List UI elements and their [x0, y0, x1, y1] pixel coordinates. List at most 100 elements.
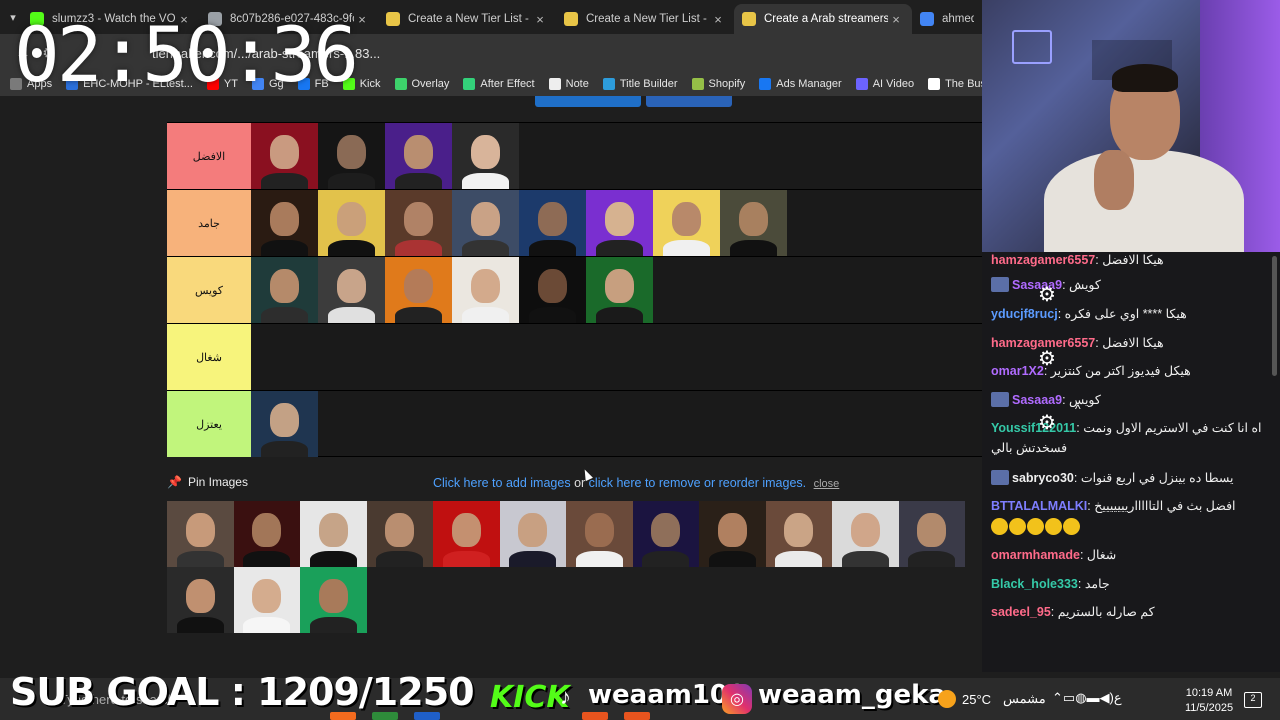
remove-images-link[interactable]: click here to remove or reorder images. — [589, 476, 806, 490]
mic-icon[interactable]: ◍ — [1075, 690, 1086, 705]
streamer-thumbnail[interactable] — [519, 257, 586, 323]
thumbnail-face — [470, 268, 501, 304]
streamer-thumbnail[interactable] — [251, 391, 318, 457]
chat-scrollbar[interactable] — [1270, 252, 1278, 672]
taskbar-app-icon[interactable] — [624, 712, 650, 720]
chat-username[interactable]: BTTALALMALKI — [991, 499, 1087, 513]
streamer-thumbnail[interactable] — [385, 190, 452, 256]
tier-items[interactable] — [251, 391, 982, 457]
bookmark-item[interactable]: AI Video — [855, 78, 914, 90]
chat-username[interactable]: Black_hole333 — [991, 577, 1078, 591]
streamer-thumbnail[interactable] — [586, 190, 653, 256]
chat-username[interactable]: omarmhamade — [991, 548, 1080, 562]
streamer-thumbnail[interactable] — [452, 190, 519, 256]
system-tray[interactable]: ⌃▭◍▬◀)ع — [1052, 690, 1122, 706]
bookmark-item[interactable]: After Effect — [463, 78, 535, 90]
add-images-link[interactable]: Click here to add images — [433, 476, 571, 490]
bookmark-item[interactable]: Overlay — [394, 78, 449, 90]
streamer-thumbnail[interactable] — [765, 501, 832, 567]
browser-tab[interactable]: Create a New Tier List - Tie× — [378, 4, 556, 34]
tier-label[interactable]: شغال — [167, 324, 251, 390]
chat-username[interactable]: hamzagamer6557 — [991, 253, 1095, 267]
tier-label[interactable]: يعتزل — [167, 391, 251, 457]
chevron-up-icon[interactable]: ⌃ — [1052, 690, 1063, 705]
chat-username[interactable]: yducjf8rucj — [991, 307, 1058, 321]
bookmark-item[interactable]: Ads Manager — [759, 78, 842, 90]
streamer-thumbnail[interactable] — [653, 190, 720, 256]
streamer-thumbnail[interactable] — [385, 257, 452, 323]
battery-icon[interactable]: ▬ — [1087, 690, 1100, 705]
notification-icon[interactable]: 2 — [1244, 692, 1262, 708]
streamer-thumbnail[interactable] — [167, 501, 234, 567]
tier-items[interactable] — [251, 190, 982, 256]
bookmark-label: Note — [565, 78, 589, 90]
chat-username[interactable]: sabryco30 — [1012, 471, 1074, 485]
streamer-thumbnail[interactable] — [433, 501, 500, 567]
streamer-thumbnail[interactable] — [233, 567, 300, 633]
streamer-thumbnail[interactable] — [300, 567, 367, 633]
streamer-thumbnail[interactable] — [251, 257, 318, 323]
streamer-thumbnail[interactable] — [499, 501, 566, 567]
browser-tab[interactable]: Create a Arab streamers Ti × — [734, 4, 912, 34]
streamer-thumbnail[interactable] — [385, 123, 452, 189]
streamer-thumbnail[interactable] — [167, 567, 234, 633]
browser-tab[interactable]: Create a New Tier List - Tie× — [556, 4, 734, 34]
streamer-thumbnail[interactable] — [366, 501, 433, 567]
streamer-thumbnail[interactable] — [898, 501, 965, 567]
tier-label[interactable]: كويس — [167, 257, 251, 323]
close-tab-icon[interactable]: × — [888, 12, 904, 27]
thumbnail-body — [908, 551, 956, 567]
tier-label[interactable]: الافضل — [167, 123, 251, 189]
network-icon[interactable]: ▭ — [1063, 690, 1075, 705]
streamer-thumbnail[interactable] — [452, 123, 519, 189]
thumbnail-body — [328, 240, 375, 256]
chat-username[interactable]: sadeel_95 — [991, 605, 1051, 619]
bookmark-item[interactable]: Title Builder — [602, 78, 678, 90]
close-tab-icon[interactable]: × — [532, 12, 548, 27]
bookmark-item[interactable]: Note — [548, 78, 589, 90]
tiktok-icon: ♪ — [560, 684, 571, 709]
chat-username[interactable]: omar1X2 — [991, 364, 1044, 378]
volume-icon[interactable]: ◀) — [1100, 690, 1114, 705]
reset-button[interactable] — [646, 96, 732, 107]
taskbar-app-icon[interactable] — [582, 712, 608, 720]
close-link[interactable]: close — [814, 478, 840, 490]
tier-items[interactable] — [251, 123, 982, 189]
instagram-icon: ◎ — [722, 684, 752, 714]
streamer-thumbnail[interactable] — [832, 501, 899, 567]
close-tab-icon[interactable]: × — [710, 12, 726, 27]
streamer-thumbnail[interactable] — [566, 501, 633, 567]
streamer-thumbnail[interactable] — [720, 190, 787, 256]
close-tab-icon[interactable]: × — [354, 12, 370, 27]
chat-scrollbar-thumb[interactable] — [1272, 256, 1277, 376]
language-indicator[interactable]: ع — [1114, 690, 1122, 705]
streamer-thumbnail[interactable] — [318, 257, 385, 323]
streamer-thumbnail[interactable] — [251, 123, 318, 189]
tier-label[interactable]: جامد — [167, 190, 251, 256]
taskbar-clock[interactable]: 10:19 AM 11/5/2025 — [1180, 686, 1238, 716]
weather-widget[interactable]: 25°C مشمس — [938, 690, 1046, 708]
chat-username[interactable]: Youssif122011 — [991, 421, 1076, 435]
streamer-thumbnail[interactable] — [318, 190, 385, 256]
thumbnail-body — [663, 240, 710, 256]
chat-username[interactable]: Sasaaa9 — [1012, 393, 1062, 407]
thumbnail-body — [529, 307, 576, 323]
browser-tab[interactable]: ahmeds — [912, 4, 982, 34]
streamer-thumbnail[interactable] — [519, 190, 586, 256]
thumbnail-body — [328, 307, 375, 323]
streamer-thumbnail[interactable] — [632, 501, 699, 567]
gear-icon: ⚙ — [1038, 284, 1056, 306]
streamer-thumbnail[interactable] — [452, 257, 519, 323]
streamer-thumbnail[interactable] — [586, 257, 653, 323]
streamer-thumbnail[interactable] — [699, 501, 766, 567]
bookmark-item[interactable]: Shopify — [691, 78, 745, 90]
tier-items[interactable] — [251, 324, 982, 390]
tier-items[interactable] — [251, 257, 982, 323]
streamer-thumbnail[interactable] — [233, 501, 300, 567]
chat-message: omar1X2: هيكل فيديوز اكتر من كنتزير — [991, 363, 1191, 379]
save-button[interactable] — [535, 96, 641, 107]
thumbnail-face — [537, 268, 568, 304]
streamer-thumbnail[interactable] — [251, 190, 318, 256]
streamer-thumbnail[interactable] — [318, 123, 385, 189]
streamer-thumbnail[interactable] — [300, 501, 367, 567]
